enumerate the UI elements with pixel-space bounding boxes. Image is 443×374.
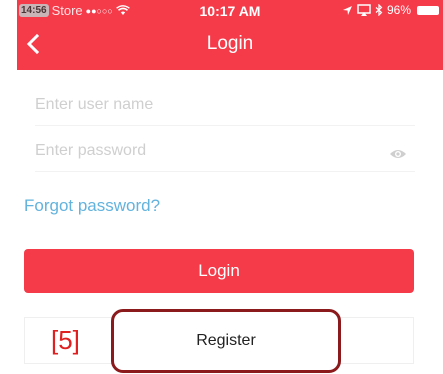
- eye-icon[interactable]: [389, 148, 407, 160]
- forgot-password-link[interactable]: Forgot password?: [24, 196, 160, 216]
- bluetooth-icon: [375, 4, 383, 16]
- airplay-icon: [357, 4, 371, 16]
- annotation-label: [5]: [51, 325, 80, 355]
- page-title: Login: [206, 33, 254, 54]
- battery-percent: 96%: [386, 3, 411, 17]
- password-input[interactable]: [35, 142, 375, 160]
- register-button[interactable]: Register: [111, 309, 341, 373]
- password-field-row: [35, 142, 415, 172]
- status-bar: 14:56 Store ●●○○○ 10:17 AM 96%: [17, 0, 443, 22]
- location-arrow-icon: [342, 5, 352, 15]
- login-button[interactable]: Login: [24, 249, 414, 293]
- battery-icon: [417, 5, 439, 15]
- username-field-row: [35, 96, 415, 126]
- status-right: 96%: [342, 3, 439, 17]
- app-header: 14:56 Store ●●○○○ 10:17 AM 96% Login: [17, 0, 443, 70]
- nav-bar: Login: [17, 22, 443, 70]
- username-input[interactable]: [35, 96, 375, 114]
